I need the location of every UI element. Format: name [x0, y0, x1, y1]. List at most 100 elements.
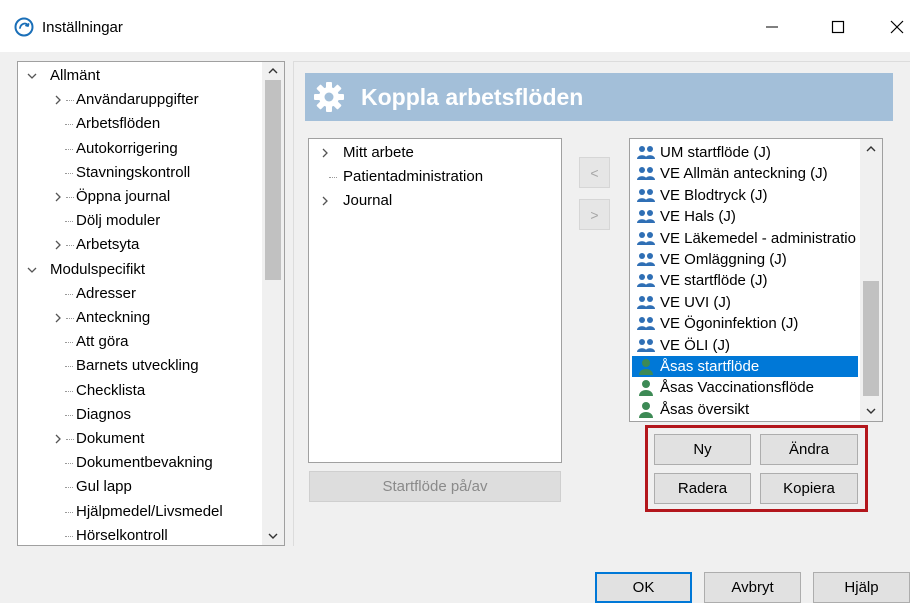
move-right-button[interactable]: >: [579, 199, 610, 230]
delete-button[interactable]: Radera: [654, 473, 751, 504]
minimize-button[interactable]: [752, 12, 792, 42]
cancel-button[interactable]: Avbryt: [704, 572, 801, 603]
scroll-down-button[interactable]: [860, 403, 882, 419]
maximize-icon: [831, 20, 845, 34]
workflow-item-label: Åsas översikt: [660, 400, 750, 418]
group-icon: [637, 295, 655, 309]
gear-icon: [314, 82, 344, 112]
tree-item-label: Dölj moduler: [76, 212, 161, 230]
ok-button[interactable]: OK: [595, 572, 692, 603]
tree-connector: [66, 245, 74, 247]
maximize-button[interactable]: [818, 12, 858, 42]
workflow-item[interactable]: Åsas översikt: [632, 399, 858, 420]
tree-scrollbar[interactable]: [262, 62, 284, 545]
window-title: Inställningar: [42, 19, 123, 36]
workflow-item[interactable]: VE ÖLI (J): [632, 335, 858, 356]
tree-connector: [65, 221, 73, 223]
scrollbar-thumb[interactable]: [265, 80, 281, 280]
group-icon: [637, 167, 655, 181]
tree-item[interactable]: Autokorrigering: [18, 137, 264, 161]
tree-group[interactable]: Modulspecifikt: [18, 258, 264, 282]
module-tree[interactable]: Mitt arbete Patientadministration Journal: [308, 138, 562, 463]
scroll-up-button[interactable]: [860, 141, 882, 157]
tree-item[interactable]: Att göra: [18, 330, 264, 354]
chevron-left-icon: <: [590, 164, 599, 181]
startflode-toggle-button[interactable]: Startflöde på/av: [309, 471, 561, 502]
scroll-down-button[interactable]: [262, 527, 284, 545]
person-icon: [639, 359, 653, 375]
workflow-item[interactable]: Åsas Vaccinationsflöde: [632, 377, 858, 398]
workflow-item[interactable]: VE UVI (J): [632, 292, 858, 313]
tree-connector: [65, 487, 73, 489]
tree-expander[interactable]: [52, 233, 64, 257]
workflow-item[interactable]: Åsas startflöde: [632, 356, 858, 377]
workflow-item-label: VE ÖLI (J): [660, 336, 731, 354]
tree-expander[interactable]: [52, 306, 64, 330]
tree-group[interactable]: Allmänt: [18, 64, 264, 88]
tree-item[interactable]: Hjälpmedel/Livsmedel: [18, 500, 264, 524]
help-button-label: Hjälp: [844, 579, 879, 596]
tree-item[interactable]: Hörselkontroll: [18, 524, 264, 545]
module-item[interactable]: Journal: [309, 189, 559, 213]
copy-button[interactable]: Kopiera: [760, 473, 858, 504]
tree-item[interactable]: Adresser: [18, 282, 264, 306]
workflow-item-label: VE Läkemedel - administratio: [660, 229, 856, 247]
scrollbar-thumb[interactable]: [863, 281, 879, 396]
workflow-item[interactable]: UM startflöde (J): [632, 142, 858, 163]
workflow-item[interactable]: VE Hals (J): [632, 206, 858, 227]
close-button[interactable]: [877, 12, 910, 42]
chevron-down-icon: [27, 73, 37, 79]
workflow-item[interactable]: VE Allmän anteckning (J): [632, 163, 858, 184]
tree-expander[interactable]: [319, 141, 331, 165]
tree-item[interactable]: Dölj moduler: [18, 209, 264, 233]
tree-item[interactable]: Dokument: [18, 427, 264, 451]
tree-item[interactable]: Anteckning: [18, 306, 264, 330]
tree-expander[interactable]: [319, 189, 331, 213]
module-item[interactable]: Mitt arbete: [309, 141, 559, 165]
tree-expander[interactable]: [52, 88, 64, 112]
tree-expander[interactable]: [52, 185, 64, 209]
tree-item-label: Öppna journal: [76, 188, 171, 205]
tree-expander[interactable]: [52, 427, 64, 451]
tree-connector: [65, 463, 73, 465]
tree-item-label: Adresser: [76, 284, 137, 302]
workflow-list-scrollbar[interactable]: [860, 139, 882, 421]
tree-item[interactable]: Arbetsyta: [18, 233, 264, 257]
help-button[interactable]: Hjälp: [813, 572, 910, 603]
tree-item[interactable]: Öppna journal: [18, 185, 264, 209]
title-bar: Inställningar: [0, 0, 910, 52]
tree-expander[interactable]: [26, 258, 38, 282]
startflode-label: Startflöde på/av: [382, 478, 488, 495]
workflow-item[interactable]: VE Blodtryck (J): [632, 185, 858, 206]
minimize-icon: [766, 26, 778, 28]
tree-item[interactable]: Diagnos: [18, 403, 264, 427]
module-item[interactable]: Patientadministration: [309, 165, 559, 189]
workflow-item[interactable]: VE Läkemedel - administratio: [632, 228, 858, 249]
edit-button[interactable]: Ändra: [760, 434, 858, 465]
tree-item-label: Anteckning: [76, 309, 151, 326]
tree-connector: [65, 124, 73, 126]
tree-expander[interactable]: [26, 64, 38, 88]
chevron-right-icon: [55, 313, 61, 323]
tree-item[interactable]: Arbetsflöden: [18, 112, 264, 136]
tree-item[interactable]: Dokumentbevakning: [18, 451, 264, 475]
move-left-button[interactable]: <: [579, 157, 610, 188]
workflow-item[interactable]: VE Ögoninfektion (J): [632, 313, 858, 334]
scroll-up-button[interactable]: [262, 62, 284, 80]
settings-tree[interactable]: Allmänt Användaruppgifter Arbetsflöden Auto…: [17, 61, 285, 546]
workflow-list[interactable]: UM startflöde (J) VE Allmän anteckning (J…: [629, 138, 883, 422]
workflow-item[interactable]: VE Omläggning (J): [632, 249, 858, 270]
chevron-down-icon: [268, 533, 278, 539]
chevron-down-icon: [27, 267, 37, 273]
tree-item[interactable]: Gul lapp: [18, 475, 264, 499]
tree-item-label: Gul lapp: [76, 478, 132, 496]
tree-item[interactable]: Checklista: [18, 379, 264, 403]
group-icon: [637, 188, 655, 202]
section-header: Koppla arbetsflöden: [305, 73, 893, 121]
tree-item[interactable]: Stavningskontroll: [18, 161, 264, 185]
tree-item[interactable]: Barnets utveckling: [18, 354, 264, 378]
tree-item[interactable]: Användaruppgifter: [18, 88, 264, 112]
workflow-item[interactable]: VE startflöde (J): [632, 270, 858, 291]
new-button[interactable]: Ny: [654, 434, 751, 465]
workflow-item-label: VE Blodtryck (J): [660, 186, 768, 204]
